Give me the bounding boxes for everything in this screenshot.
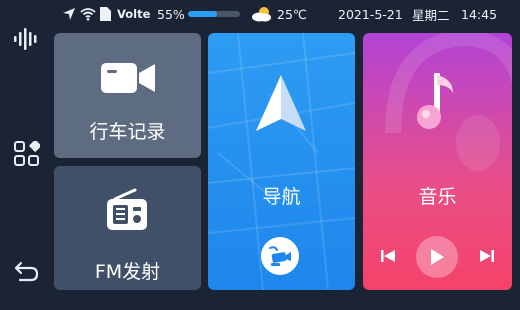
- battery-fill: [188, 11, 217, 17]
- camera-icon: [101, 61, 155, 99]
- back-icon[interactable]: [12, 257, 42, 287]
- location-icon: [62, 6, 76, 22]
- weekday: 星期二: [412, 7, 450, 23]
- apps-grid-icon[interactable]: [12, 139, 42, 169]
- battery-percent: 55%: [157, 6, 185, 22]
- next-track-icon[interactable]: [477, 246, 497, 266]
- sim-card-icon: [100, 6, 111, 22]
- network-label: Volte: [117, 7, 151, 21]
- previous-track-icon[interactable]: [378, 246, 398, 266]
- temperature: 25℃: [277, 6, 307, 22]
- navigation-tile[interactable]: 导航: [208, 33, 355, 290]
- play-button[interactable]: [416, 236, 458, 278]
- music-note-icon: [415, 72, 457, 137]
- weather-cloudy-sun-icon: [250, 6, 274, 22]
- fm-transmitter-tile[interactable]: FM发射: [54, 166, 201, 290]
- navigation-arrow-icon: [256, 75, 306, 135]
- radio-icon: [105, 188, 149, 236]
- status-bar: Volte 55% 25℃ 2021-5-21 星期二 14:45: [0, 0, 520, 28]
- camera-signal-icon[interactable]: [261, 237, 299, 275]
- clock: 14:45: [461, 6, 498, 22]
- battery-bar: [188, 11, 240, 17]
- fm-transmitter-label: FM发射: [94, 261, 161, 283]
- music-tile[interactable]: 音乐: [363, 33, 512, 290]
- date: 2021-5-21: [338, 6, 403, 22]
- music-label: 音乐: [418, 186, 457, 208]
- voice-icon[interactable]: [12, 24, 42, 54]
- driving-recorder-tile[interactable]: 行车记录: [54, 33, 201, 158]
- navigation-label: 导航: [262, 186, 301, 208]
- driving-recorder-label: 行车记录: [89, 121, 166, 143]
- wifi-icon: [80, 6, 96, 22]
- play-icon: [431, 249, 444, 265]
